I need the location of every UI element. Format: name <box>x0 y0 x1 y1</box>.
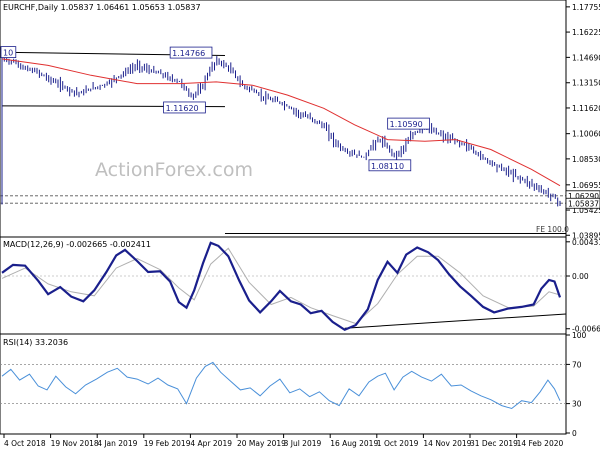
price-header: EURCHF,Daily 1.05837 1.06461 1.05653 1.0… <box>3 3 201 12</box>
x-tick-label: 31 Dec 2019 <box>470 439 518 448</box>
price-y-tick-label: 1.16225 <box>572 28 600 37</box>
price-y-tick-label: 1.14690 <box>572 53 600 62</box>
rsi-y-tick-label: 30 <box>572 400 582 409</box>
eurchf-daily-chart: ActionForex.com EURCHF,Daily 1.05837 1.0… <box>0 0 600 448</box>
x-tick-label: 16 Aug 2019 <box>330 439 378 448</box>
x-tick-label: 14 Nov 2019 <box>423 439 471 448</box>
x-tick-label: 3 Jul 2019 <box>284 439 322 448</box>
price-y-tick-label: 1.06955 <box>572 181 600 190</box>
price-y-tick-label: 1.10060 <box>572 130 600 139</box>
price-callout-3: 1.08110 <box>368 159 412 172</box>
x-tick-label: 4 Apr 2019 <box>190 439 232 448</box>
price-callout-2: 1.10590 <box>387 117 430 130</box>
x-tick-label: 20 May 2019 <box>237 439 286 448</box>
rsi-header: RSI(14) 33.2036 <box>3 338 68 347</box>
price-callout-1: 1.11620 <box>163 101 206 114</box>
price-y-tick-label: 1.11620 <box>572 104 600 113</box>
x-tick-label: 4 Jan 2019 <box>97 439 137 448</box>
rsi-y-tick-label: 70 <box>572 360 582 369</box>
x-tick-label: 19 Feb 2019 <box>144 439 191 448</box>
callout-label: 1.11620 <box>166 104 199 113</box>
callout-label: 1.14766 <box>172 49 205 58</box>
x-tick-label: 4 Oct 2018 <box>4 439 46 448</box>
macd-y-tick-label: 0.004319 <box>572 238 600 247</box>
callout-label: 10 <box>3 49 13 58</box>
price-tag-label: 1.05837 <box>568 199 599 208</box>
price-callout-4: 10 <box>0 46 17 58</box>
rsi-y-tick-label: 0 <box>572 429 577 438</box>
macd-y-tick-label: 0.00 <box>572 272 589 281</box>
rsi-y-tick-label: 100 <box>572 331 587 340</box>
x-tick-label: 14 Feb 2020 <box>517 439 564 448</box>
macd-header: MACD(12,26,9) -0.002665 -0.002411 <box>3 240 151 249</box>
watermark: ActionForex.com <box>95 159 253 181</box>
price-y-tick-label: 1.08530 <box>572 155 600 164</box>
callout-label: 1.10590 <box>390 120 423 129</box>
x-tick-label: 1 Oct 2019 <box>377 439 419 448</box>
fe-label: FE 100.0 <box>536 225 569 234</box>
price-panel-frame <box>0 0 567 238</box>
price-tag-1: 1.05837 <box>565 197 600 209</box>
callout-label: 1.08110 <box>371 162 404 171</box>
price-y-tick-label: 1.13150 <box>572 79 600 88</box>
x-tick-label: 19 Nov 2018 <box>51 439 99 448</box>
price-y-tick-label: 1.17755 <box>572 3 600 12</box>
price-callout-0: 1.14766 <box>169 46 213 59</box>
